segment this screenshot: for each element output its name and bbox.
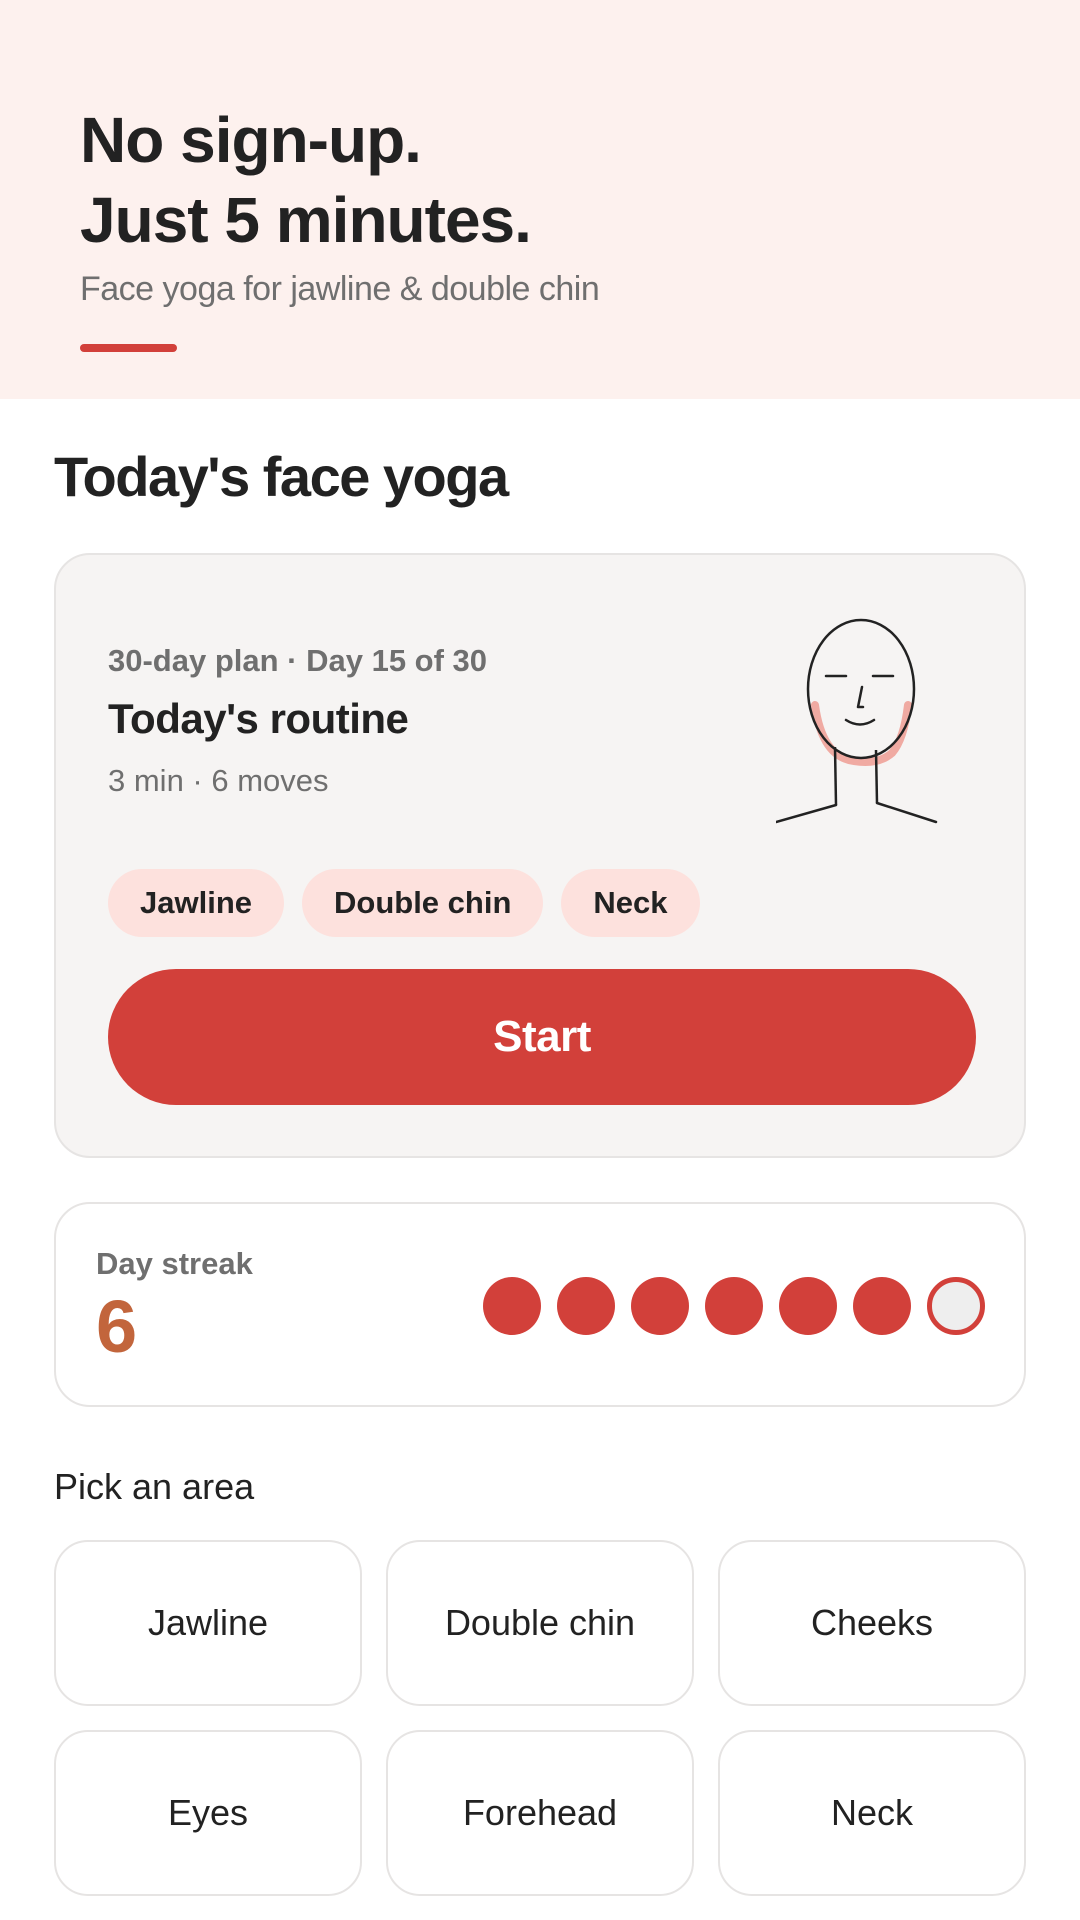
shoulder-left (776, 803, 838, 824)
focus-chips: Jawline Double chin Neck (108, 869, 700, 937)
section-title: Today's face yoga (54, 445, 509, 508)
area-button-neck[interactable]: Neck (718, 1730, 1026, 1896)
shoulder-right (875, 801, 938, 824)
mouth (844, 718, 876, 726)
hero-title: No sign-up. Just 5 minutes. (80, 100, 532, 260)
routine-card: 30-day plan · Day 15 of 30 Today's routi… (54, 553, 1026, 1158)
hero-title-line-1: No sign-up. (80, 104, 422, 176)
chip-double-chin: Double chin (302, 869, 544, 937)
area-button-forehead[interactable]: Forehead (386, 1730, 694, 1896)
neck-left (833, 746, 838, 806)
streak-dot-5 (779, 1277, 837, 1335)
nose (856, 685, 865, 709)
hero-subtitle: Face yoga for jawline & double chin (80, 270, 600, 308)
streak-dot-3 (631, 1277, 689, 1335)
area-grid: Jawline Double chin Cheeks Eyes Forehead… (54, 1540, 1026, 1896)
chip-neck: Neck (561, 869, 700, 937)
jawline-highlight (811, 701, 912, 766)
hero-title-line-2: Just 5 minutes. (80, 184, 532, 256)
chip-jawline: Jawline (108, 869, 284, 937)
streak-dot-4 (705, 1277, 763, 1335)
streak-value: 6 (96, 1285, 138, 1368)
hero-banner: No sign-up. Just 5 minutes. Face yoga fo… (0, 0, 1080, 399)
streak-dot-6 (853, 1277, 911, 1335)
routine-meta: 3 min · 6 moves (108, 763, 329, 798)
plan-label: 30-day plan · Day 15 of 30 (108, 643, 488, 678)
streak-dot-2 (557, 1277, 615, 1335)
streak-dots (483, 1277, 985, 1335)
streak-label: Day streak (96, 1246, 253, 1281)
area-button-double-chin[interactable]: Double chin (386, 1540, 694, 1706)
hero-accent-bar (80, 344, 177, 352)
area-button-cheeks[interactable]: Cheeks (718, 1540, 1026, 1706)
streak-dot-1 (483, 1277, 541, 1335)
start-button[interactable]: Start (108, 969, 976, 1105)
face-jawline-illustration (776, 618, 938, 824)
streak-card: Day streak 6 (54, 1202, 1026, 1407)
area-button-jawline[interactable]: Jawline (54, 1540, 362, 1706)
area-button-eyes[interactable]: Eyes (54, 1730, 362, 1896)
pick-area-title: Pick an area (54, 1466, 255, 1507)
neck-right (874, 749, 879, 804)
routine-title: Today's routine (108, 695, 409, 742)
streak-dot-7 (927, 1277, 985, 1335)
